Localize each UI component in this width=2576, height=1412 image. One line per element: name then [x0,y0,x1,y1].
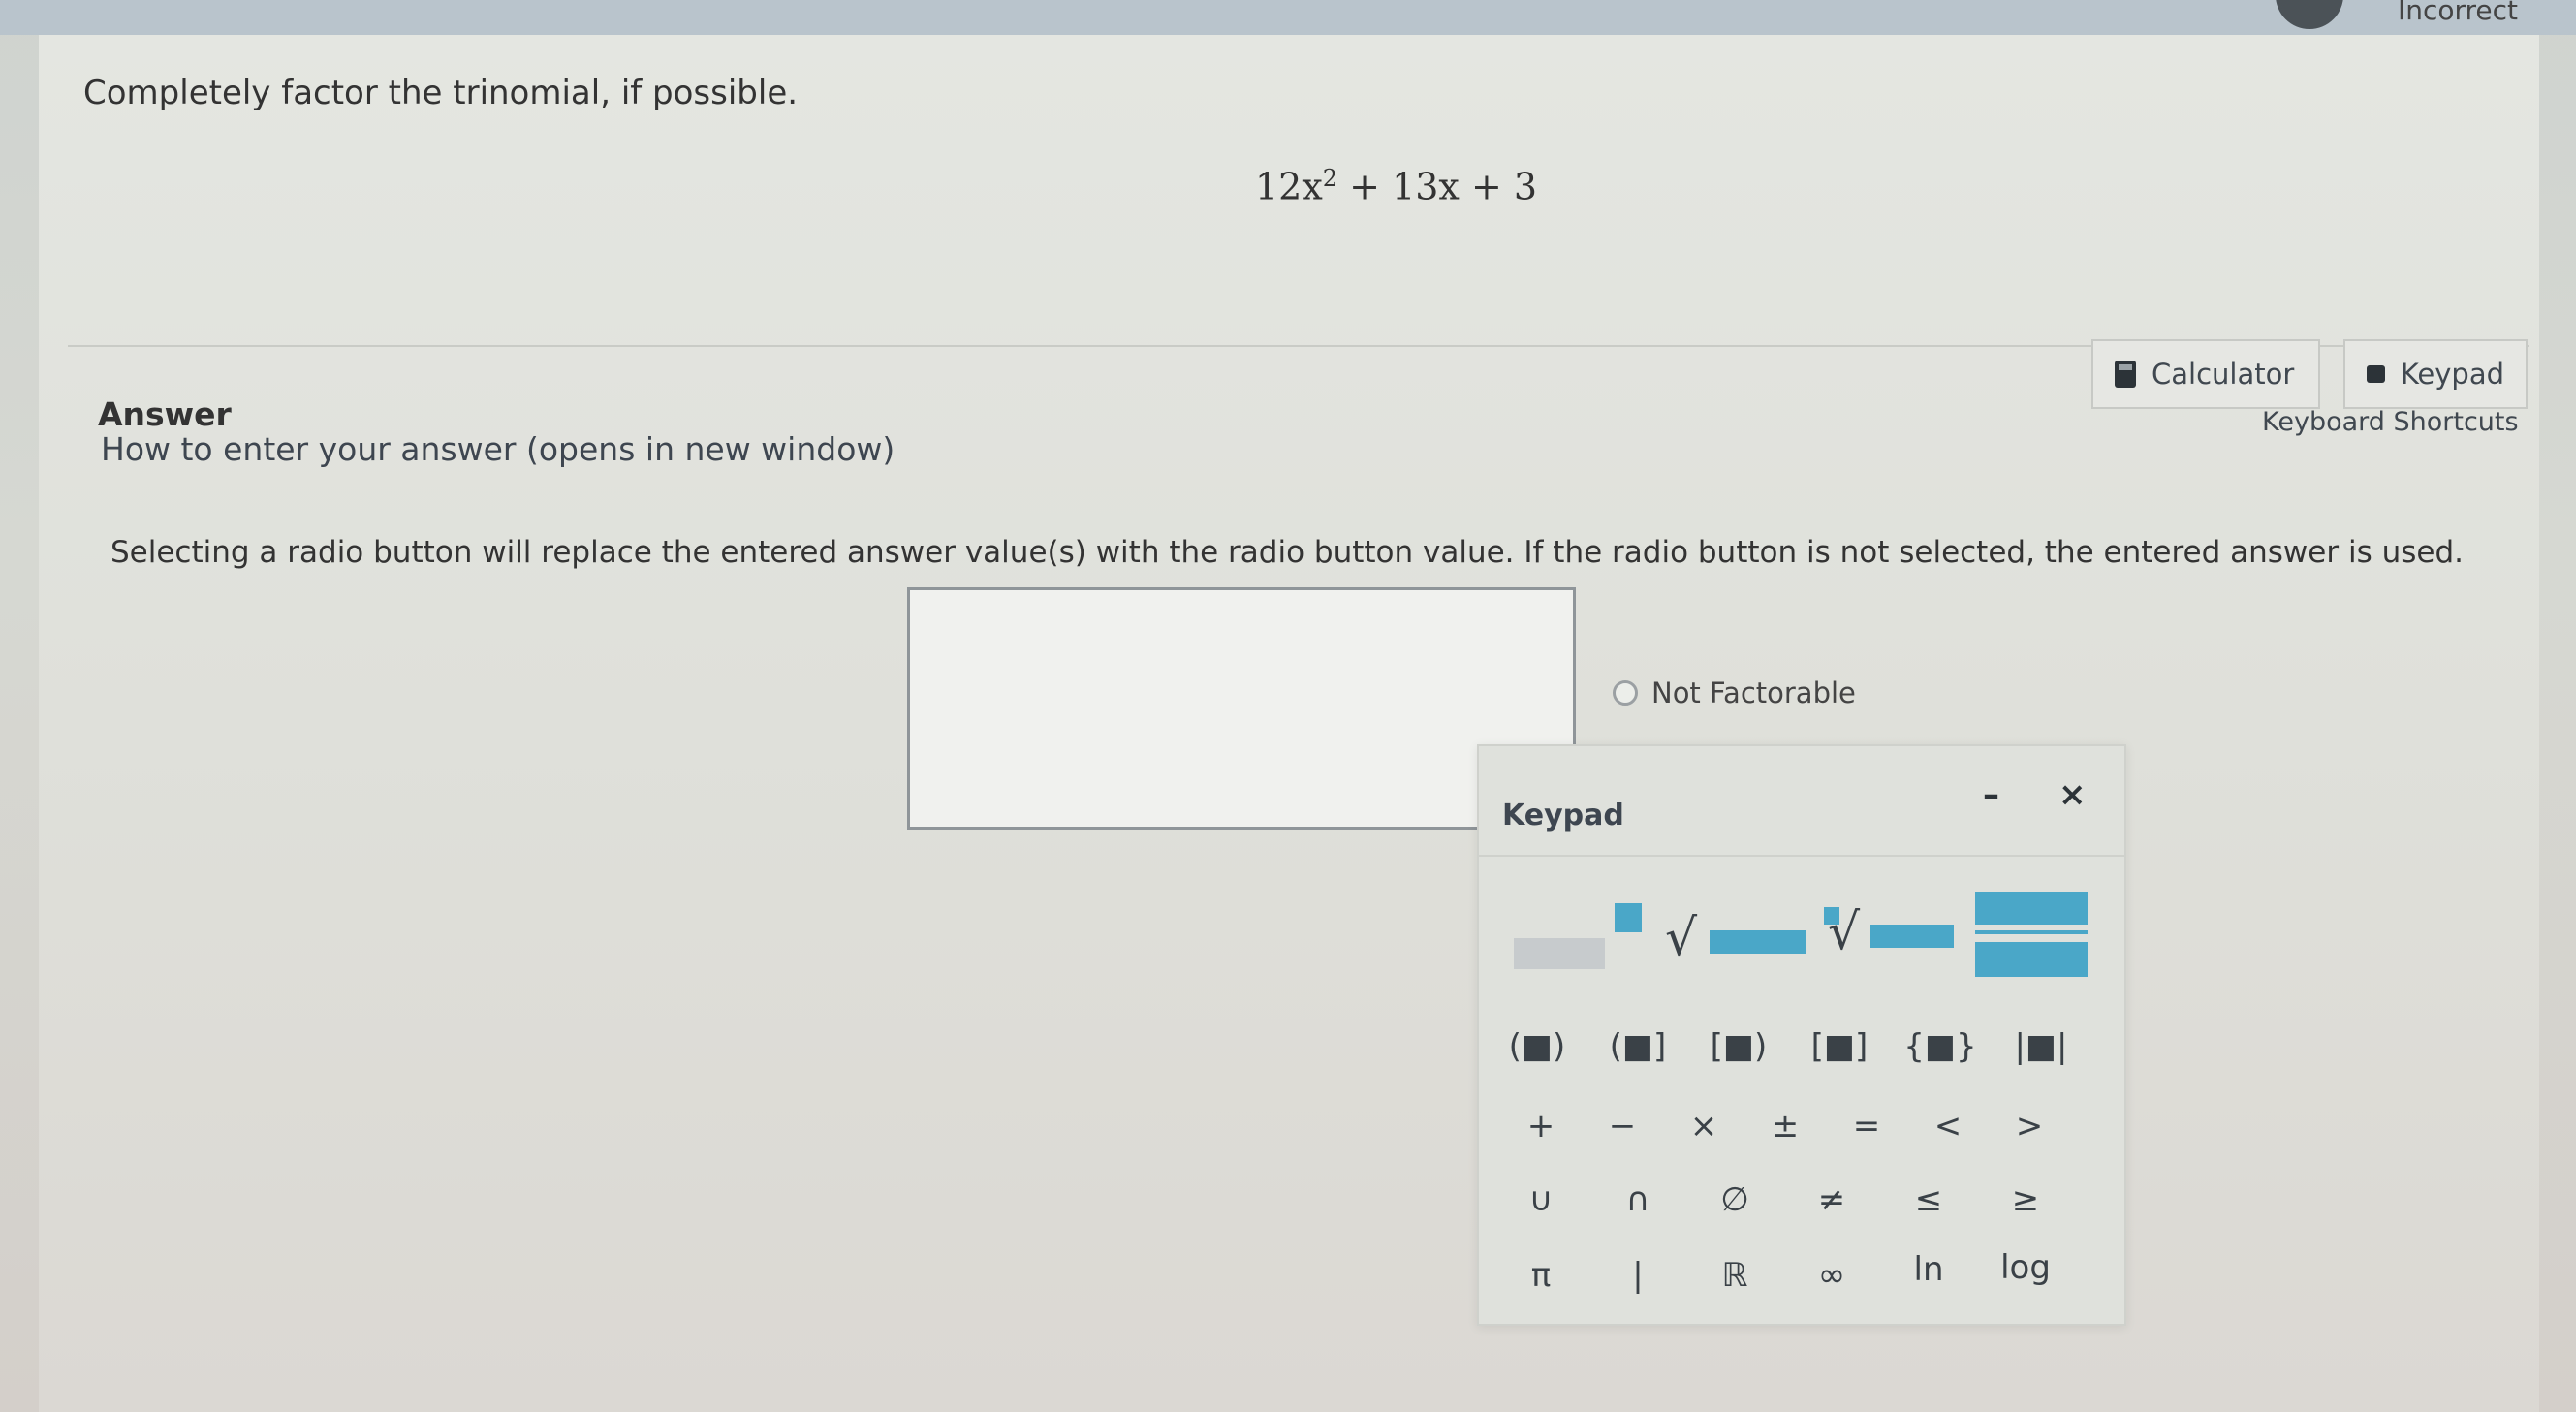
brace-key[interactable]: {■} [1901,1027,1979,1066]
equals-key[interactable]: = [1828,1107,1905,1145]
question-prompt: Completely factor the trinomial, if poss… [83,74,799,112]
exponent-template-key[interactable] [1514,903,1642,971]
expression-rest: + 13x + 3 [1337,165,1538,208]
radio-instructions: Selecting a radio button will replace th… [110,535,2464,570]
vertical-bar-key[interactable]: | [1599,1256,1677,1295]
bracket-key[interactable]: [■] [1801,1027,1878,1066]
status-label: Incorrect [2397,0,2518,26]
times-key[interactable]: × [1665,1107,1743,1145]
paren-bracket-key[interactable]: (■] [1599,1027,1677,1066]
sqrt-icon: √ [1665,909,1698,967]
keyboard-shortcuts-link[interactable]: Keyboard Shortcuts [2262,407,2519,437]
calculator-icon [2115,361,2136,388]
radio-circle-icon[interactable] [1613,680,1638,706]
minimize-icon[interactable]: – [1983,775,1999,814]
answer-input[interactable] [907,587,1576,830]
real-numbers-key[interactable]: ℝ [1696,1256,1774,1295]
intersection-key[interactable]: ∩ [1599,1180,1677,1219]
abs-value-key[interactable]: |■| [2002,1027,2080,1066]
log-key[interactable]: log [1987,1248,2064,1287]
avatar[interactable] [2276,0,2343,29]
browser-top-strip: Incorrect [0,0,2576,35]
answer-title: Answer [98,395,232,433]
minus-key[interactable]: − [1584,1107,1661,1145]
infinity-key[interactable]: ∞ [1793,1256,1870,1295]
keypad-panel: Keypad – × √ √ (■) (■] [■) [■] {■} |■| +… [1477,744,2126,1326]
close-icon[interactable]: × [2058,775,2087,814]
trinomial-expression: 12x2 + 13x + 3 [1255,165,1537,208]
not-equal-key[interactable]: ≠ [1793,1180,1870,1219]
keyboard-icon [2367,365,2385,383]
howto-link[interactable]: How to enter your answer (opens in new w… [101,430,895,468]
bracket-paren-key[interactable]: [■) [1700,1027,1777,1066]
keypad-button[interactable]: Keypad [2343,339,2528,409]
calculator-button[interactable]: Calculator [2091,339,2320,409]
expression-exponent: 2 [1322,165,1338,192]
fraction-template-key[interactable] [1975,888,2089,985]
keypad-title: Keypad [1502,799,1624,832]
union-key[interactable]: ∪ [1502,1180,1580,1219]
paren-key[interactable]: (■) [1498,1027,1576,1066]
radio-label: Not Factorable [1651,676,1856,709]
plus-key[interactable]: + [1502,1107,1580,1145]
empty-set-key[interactable]: ∅ [1696,1180,1774,1219]
not-factorable-radio[interactable]: Not Factorable [1613,676,1856,709]
plus-minus-key[interactable]: ± [1746,1107,1824,1145]
keypad-label: Keypad [2400,358,2504,391]
expression-lead-term: 12x [1255,165,1323,208]
ln-key[interactable]: ln [1890,1250,1967,1289]
less-than-key[interactable]: < [1909,1107,1987,1145]
keypad-header: Keypad – × [1479,746,2124,857]
calculator-label: Calculator [2152,358,2295,391]
greater-than-key[interactable]: > [1991,1107,2068,1145]
greater-equal-key[interactable]: ≥ [1987,1180,2064,1219]
pi-key[interactable]: π [1502,1256,1580,1295]
square-root-template-key[interactable]: √ [1665,903,1810,981]
nth-root-template-key[interactable]: √ [1824,903,1960,981]
less-equal-key[interactable]: ≤ [1890,1180,1967,1219]
nth-root-icon: √ [1828,903,1861,961]
